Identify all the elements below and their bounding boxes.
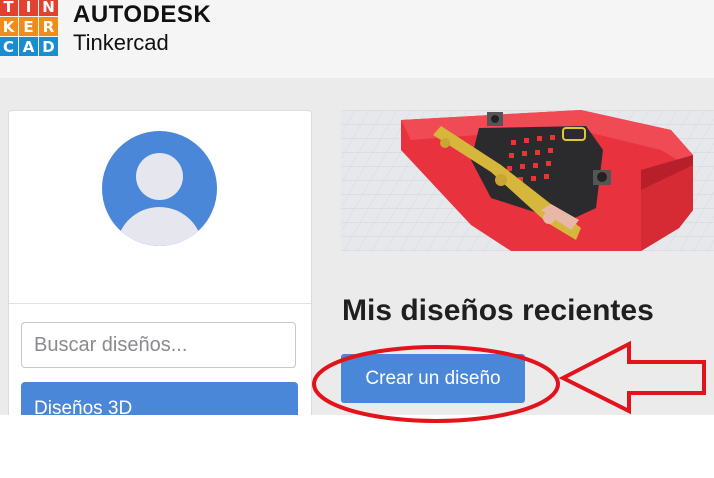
logo-letter: A [19, 37, 38, 56]
microbit-illustration [341, 110, 714, 251]
logo-letter: T [0, 0, 18, 16]
search-designs-input[interactable] [21, 322, 296, 368]
logo-letter: D [39, 37, 58, 56]
brand-company: AUTODESK [73, 1, 212, 28]
avatar-head [136, 153, 183, 200]
logo-letter: C [0, 37, 18, 56]
top-header: TIN KER CAD AUTODESK Tinkercad [0, 0, 714, 78]
user-name-placeholder [85, 257, 251, 297]
microbit-banner-image [341, 110, 714, 251]
avatar-body [116, 207, 203, 246]
logo-letter: E [19, 17, 38, 36]
create-design-button[interactable]: Crear un diseño [341, 354, 525, 403]
brand-product: Tinkercad [73, 30, 169, 55]
recent-designs-heading: Mis diseños recientes [342, 294, 654, 327]
content-area-below [0, 415, 714, 478]
user-sidebar: Diseños 3D [8, 110, 312, 422]
logo-letter: N [39, 0, 58, 16]
divider [9, 303, 311, 304]
logo-letter: I [19, 0, 38, 16]
tinkercad-logo[interactable]: TIN KER CAD [0, 0, 58, 56]
default-user-icon[interactable] [102, 131, 217, 246]
logo-letter: R [39, 17, 58, 36]
logo-letter: K [0, 17, 18, 36]
